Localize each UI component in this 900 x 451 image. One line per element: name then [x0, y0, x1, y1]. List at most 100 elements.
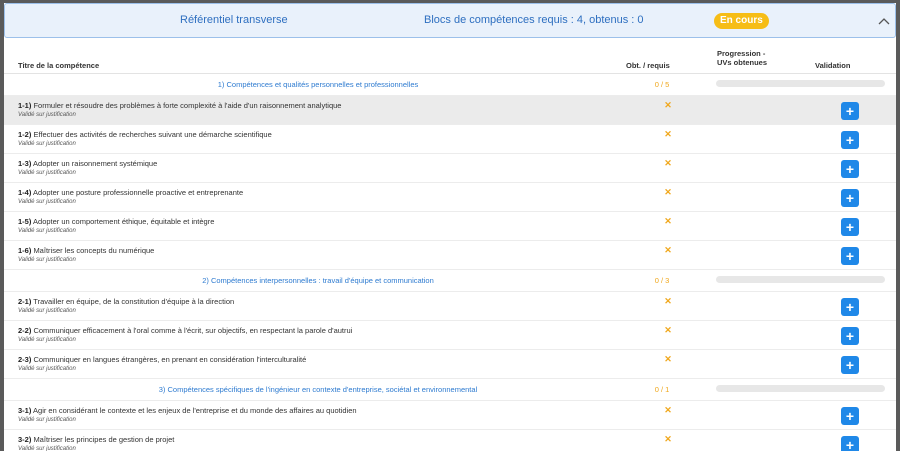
validation-mode: Validé sur justification [18, 446, 76, 451]
section-row: 3) Compétences spécifiques de l'ingénieu… [4, 379, 896, 401]
validation-mode: Validé sur justification [18, 417, 76, 423]
competence-code: 1-3) [18, 159, 32, 168]
competence-text: Adopter un comportement éthique, équitab… [33, 217, 215, 226]
section-number: 1) [217, 80, 225, 89]
competence-text: Maîtriser les concepts du numérique [33, 246, 155, 255]
cross-icon: ✕ [664, 245, 672, 255]
add-validation-button[interactable]: + [841, 247, 859, 265]
competence-title: 1-2) Effectuer des activités de recherch… [18, 130, 272, 139]
competence-row: 1-4) Adopter une posture professionnelle… [4, 183, 896, 212]
competence-row: 1-6) Maîtriser les concepts du numérique… [4, 241, 896, 270]
cross-icon: ✕ [664, 325, 672, 335]
status-badge: En cours [714, 13, 769, 29]
cross-icon: ✕ [664, 296, 672, 306]
validation-mode: Validé sur justification [18, 112, 76, 118]
competence-code: 1-5) [18, 217, 32, 226]
add-validation-button[interactable]: + [841, 131, 859, 149]
competence-text: Adopter un raisonnement systémique [33, 159, 158, 168]
section-progress-bar [716, 385, 885, 392]
validation-mode: Validé sur justification [18, 257, 76, 263]
referentiel-header[interactable]: Référentiel transverse Blocs de compéten… [4, 3, 896, 38]
validation-mode: Validé sur justification [18, 366, 76, 372]
competence-title: 1-4) Adopter une posture professionnelle… [18, 188, 243, 197]
validation-mode: Validé sur justification [18, 308, 76, 314]
referentiel-panel: Référentiel transverse Blocs de compéten… [4, 3, 896, 451]
add-validation-button[interactable]: + [841, 327, 859, 345]
section-row: 1) Compétences et qualités personnelles … [4, 74, 896, 96]
add-validation-button[interactable]: + [841, 436, 859, 451]
validation-mode: Validé sur justification [18, 337, 76, 343]
competence-title: 2-1) Travailler en équipe, de la constit… [18, 297, 234, 306]
section-label: 3) Compétences spécifiques de l'ingénieu… [4, 385, 632, 394]
cross-icon: ✕ [664, 129, 672, 139]
plus-icon: + [845, 189, 855, 206]
cross-icon: ✕ [664, 100, 672, 110]
validation-mode: Validé sur justification [18, 199, 76, 205]
competence-title: 1-3) Adopter un raisonnement systémique [18, 159, 157, 168]
competence-title: 3-2) Maîtriser les principes de gestion … [18, 435, 174, 444]
competence-code: 1-2) [18, 130, 32, 139]
competence-title: 1-5) Adopter un comportement éthique, éq… [18, 217, 214, 226]
cross-icon: ✕ [664, 354, 672, 364]
column-header-title: Titre de la compétence [18, 61, 100, 70]
add-validation-button[interactable]: + [841, 356, 859, 374]
competence-row: 2-2) Communiquer efficacement à l'oral c… [4, 321, 896, 350]
plus-icon: + [845, 407, 855, 424]
competence-text: Adopter une posture professionnelle proa… [33, 188, 244, 197]
competence-row: 3-1) Agir en considérant le contexte et … [4, 401, 896, 430]
section-title: Compétences spécifiques de l'ingénieur e… [167, 385, 478, 394]
competence-row: 3-2) Maîtriser les principes de gestion … [4, 430, 896, 451]
competence-text: Agir en considérant le contexte et les e… [33, 406, 357, 415]
column-header-validation: Validation [815, 61, 851, 70]
plus-icon: + [845, 298, 855, 315]
competence-code: 1-1) [18, 101, 32, 110]
section-number: 3) [158, 385, 166, 394]
competence-row: 2-3) Communiquer en langues étrangères, … [4, 350, 896, 379]
competence-text: Maîtriser les principes de gestion de pr… [33, 435, 175, 444]
add-validation-button[interactable]: + [841, 298, 859, 316]
plus-icon: + [845, 436, 855, 451]
competence-row: 1-2) Effectuer des activités de recherch… [4, 125, 896, 154]
section-score: 0 / 1 [654, 385, 670, 394]
section-progress-bar [716, 276, 885, 283]
add-validation-button[interactable]: + [841, 218, 859, 236]
competence-code: 1-4) [18, 188, 32, 197]
add-validation-button[interactable]: + [841, 160, 859, 178]
section-score: 0 / 3 [654, 276, 670, 285]
validation-mode: Validé sur justification [18, 141, 76, 147]
plus-icon: + [845, 218, 855, 235]
cross-icon: ✕ [664, 158, 672, 168]
competence-text: Travailler en équipe, de la constitution… [33, 297, 235, 306]
cross-icon: ✕ [664, 405, 672, 415]
competence-row: 1-1) Formuler et résoudre des problèmes … [4, 96, 896, 125]
plus-icon: + [845, 102, 855, 119]
competence-code: 3-1) [18, 406, 32, 415]
plus-icon: + [845, 131, 855, 148]
competence-title: 1-1) Formuler et résoudre des problèmes … [18, 101, 341, 110]
competence-text: Effectuer des activités de recherches su… [33, 130, 272, 139]
competence-code: 2-1) [18, 297, 32, 306]
plus-icon: + [845, 327, 855, 344]
referentiel-title: Référentiel transverse [180, 14, 288, 26]
add-validation-button[interactable]: + [841, 407, 859, 425]
chevron-up-icon[interactable] [875, 12, 893, 30]
competence-title: 2-2) Communiquer efficacement à l'oral c… [18, 326, 352, 335]
add-validation-button[interactable]: + [841, 102, 859, 120]
column-header-obtained: Obt. / requis [626, 61, 670, 70]
add-validation-button[interactable]: + [841, 189, 859, 207]
blocks-summary: Blocs de compétences requis : 4, obtenus… [424, 14, 644, 26]
competence-text: Communiquer en langues étrangères, en pr… [33, 355, 307, 364]
competence-code: 3-2) [18, 435, 32, 444]
competence-code: 2-2) [18, 326, 32, 335]
competence-row: 1-3) Adopter un raisonnement systémique V… [4, 154, 896, 183]
competence-code: 2-3) [18, 355, 32, 364]
column-header-progression-line2: UVs obtenues [717, 58, 768, 67]
competence-text: Communiquer efficacement à l'oral comme … [33, 326, 353, 335]
validation-mode: Validé sur justification [18, 228, 76, 234]
cross-icon: ✕ [664, 216, 672, 226]
plus-icon: + [845, 356, 855, 373]
competence-title: 2-3) Communiquer en langues étrangères, … [18, 355, 306, 364]
competence-title: 1-6) Maîtriser les concepts du numérique [18, 246, 154, 255]
validation-mode: Validé sur justification [18, 170, 76, 176]
cross-icon: ✕ [664, 434, 672, 444]
